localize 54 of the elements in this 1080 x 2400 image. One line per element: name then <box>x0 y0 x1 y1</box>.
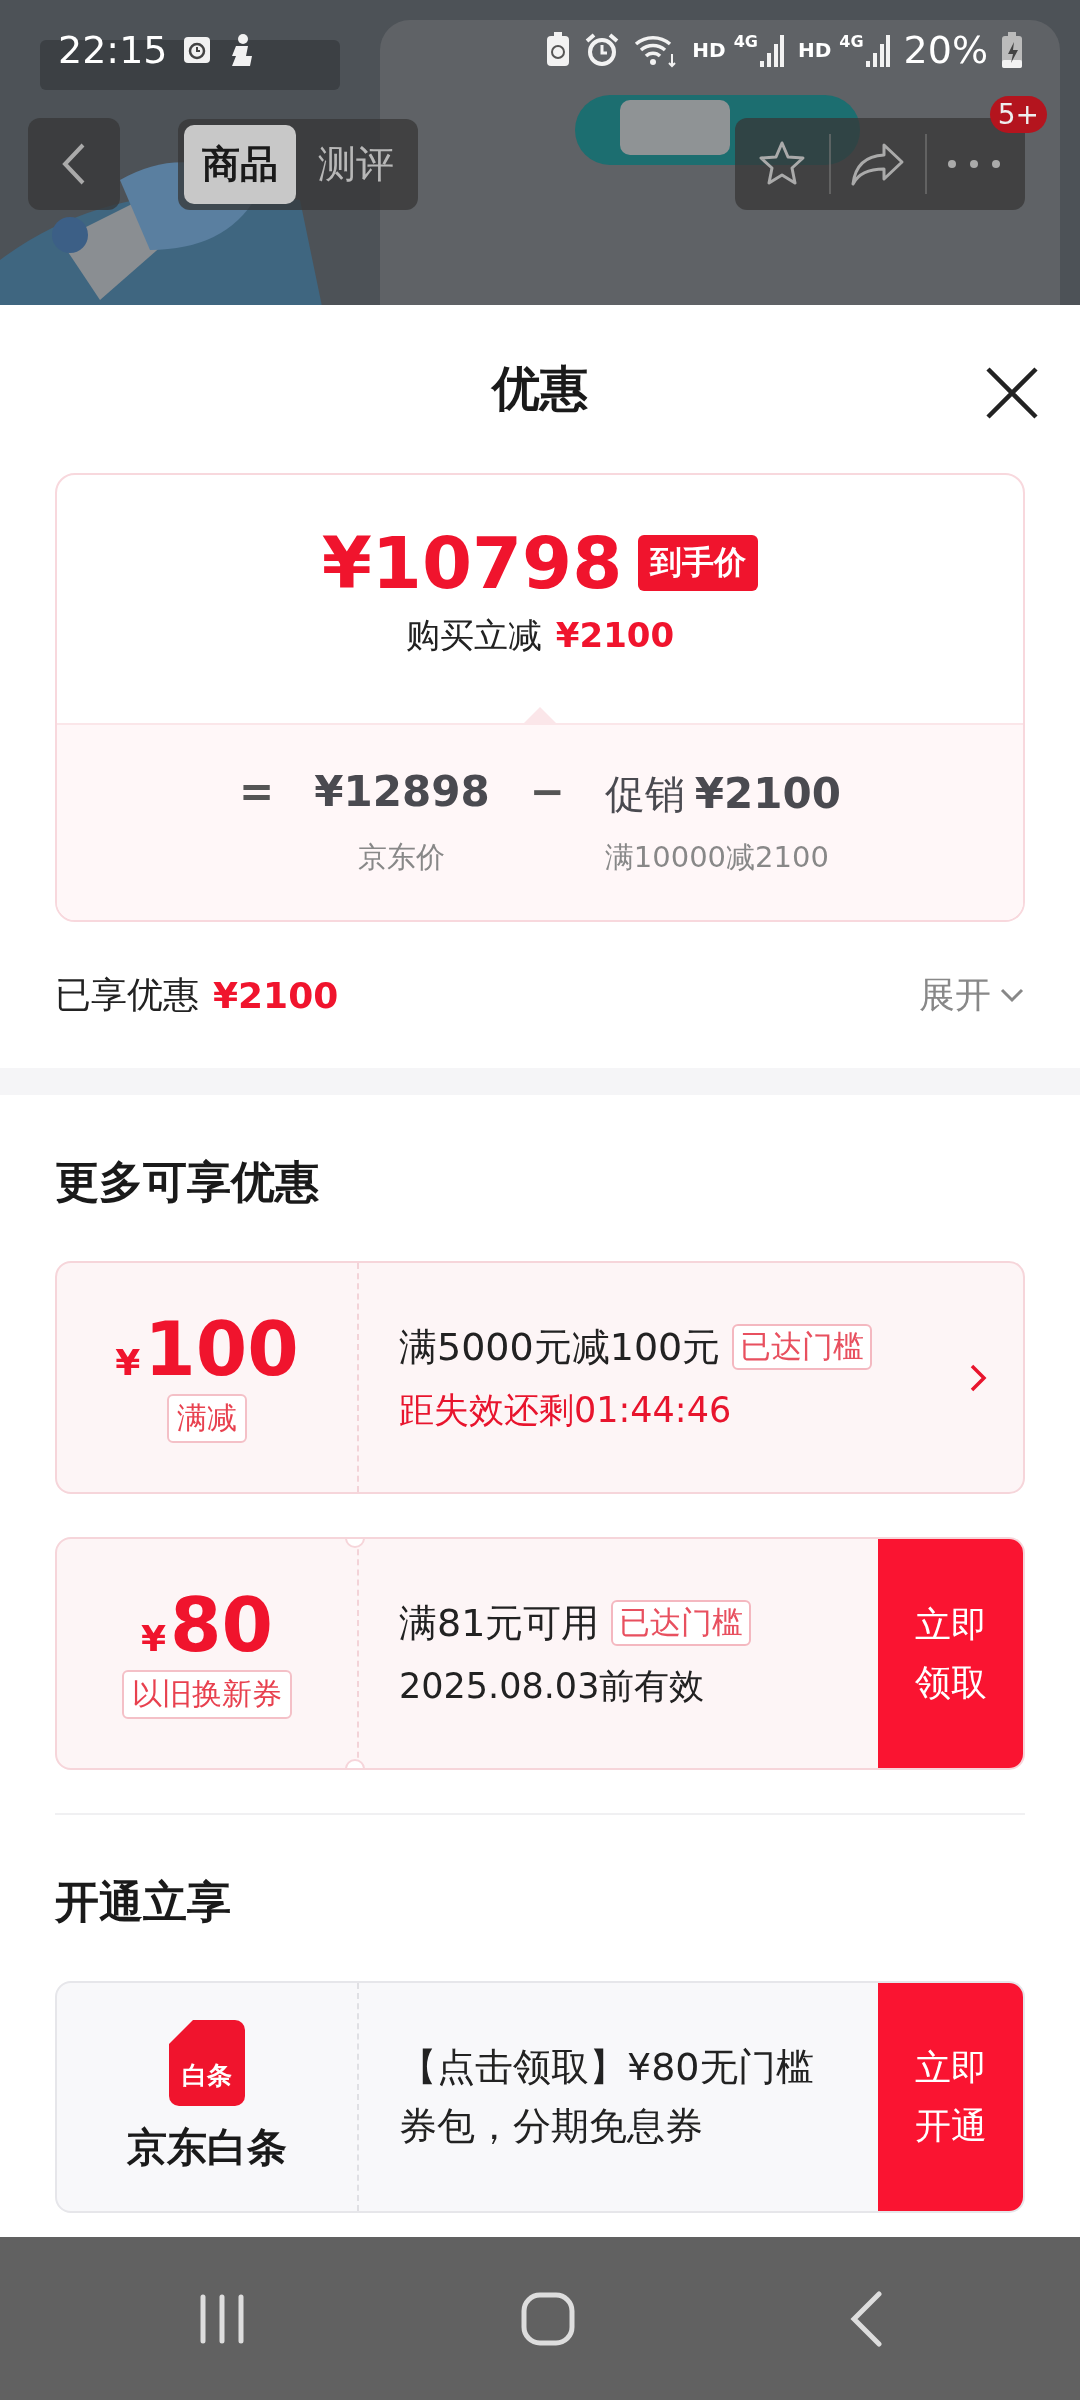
battery-percent: 20% <box>903 28 988 72</box>
coupon-validity: 2025.08.03前有效 <box>399 1664 706 1708</box>
promo-label: 促销 <box>604 770 685 819</box>
minus-sign: − <box>529 767 565 818</box>
back-icon <box>849 2290 883 2347</box>
battery-icon <box>1002 32 1022 68</box>
coupon-amount: ¥80 <box>140 1588 273 1662</box>
price-badge: 到手价 <box>638 535 759 591</box>
reduction-amount: ¥2100 <box>555 615 675 655</box>
coupon-condition: 满5000元减100元 <box>399 1323 721 1371</box>
tab[interactable]: 测评 <box>300 124 412 204</box>
offer-description: 【点击领取】¥80无门槛券包，分期免息券 <box>399 2044 815 2150</box>
reduction-label: 购买立减 <box>405 614 542 657</box>
coupon-validity: 距失效还剩01:44:46 <box>399 1388 733 1432</box>
threshold-tag: 已达门槛 <box>732 1324 873 1370</box>
status-time: 22:15 <box>58 28 168 72</box>
claim-button[interactable]: 立即领取 <box>878 1539 1023 1768</box>
home-icon <box>521 2291 575 2346</box>
signal-icon <box>759 32 784 68</box>
section-heading: 开通立享 <box>54 1875 232 1929</box>
back-button[interactable] <box>849 2290 883 2347</box>
promo-rule: 满10000减2100 <box>604 839 830 876</box>
share-icon <box>850 141 906 187</box>
tab[interactable]: 商品 <box>184 124 296 204</box>
alarm-icon <box>584 32 621 68</box>
chevron-down-icon <box>999 987 1025 1003</box>
threshold-tag: 已达门槛 <box>611 1600 752 1646</box>
activate-button[interactable]: 立即开通 <box>878 1983 1023 2211</box>
equals-sign: = <box>239 767 275 818</box>
sheet-title: 优惠 <box>492 359 588 418</box>
final-price: ¥10798 <box>321 527 623 599</box>
more-icon <box>946 159 1002 169</box>
enjoyed-label: 已享优惠 <box>55 972 199 1017</box>
coupon-condition: 满81元可用 <box>399 1599 600 1647</box>
coupon-amount: ¥100 <box>115 1312 299 1386</box>
signal-icon <box>865 32 890 68</box>
promo-amount: ¥2100 <box>694 769 841 818</box>
base-price: ¥12898 <box>314 767 490 818</box>
back-button[interactable] <box>28 118 120 210</box>
coupon-type: 满减 <box>167 1394 247 1443</box>
chevron-right-icon <box>969 1362 987 1393</box>
battery-saver-icon <box>546 32 571 68</box>
network-label: HD <box>692 38 726 62</box>
network-type: 4G <box>733 32 758 51</box>
network-label: HD <box>797 38 832 62</box>
app-logo: 白条 <box>169 2019 245 2106</box>
home-button[interactable] <box>521 2291 575 2346</box>
expand-button[interactable]: 展开 <box>919 970 1025 1020</box>
network-type: 4G <box>839 32 864 51</box>
offer-name: 京东白条 <box>127 2122 287 2172</box>
section-heading: 更多可享优惠 <box>54 1155 320 1209</box>
enjoyed-amount: ¥2100 <box>213 974 339 1016</box>
base-price-label: 京东价 <box>357 839 447 876</box>
coupon-type: 以旧换新券 <box>122 1670 292 1719</box>
